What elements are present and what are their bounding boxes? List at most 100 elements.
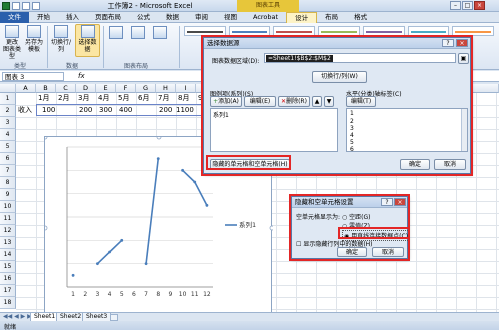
tab-formulas[interactable]: 公式 xyxy=(129,12,158,23)
row-header[interactable]: 4 xyxy=(0,129,16,141)
chart-resize-handle xyxy=(42,225,48,231)
chart-x-tick-label: 9 xyxy=(169,291,173,298)
row-header[interactable]: 18 xyxy=(0,297,16,309)
row-header[interactable]: 14 xyxy=(0,249,16,261)
grid-vline xyxy=(36,93,37,312)
tab-design[interactable]: 设计 xyxy=(286,12,318,23)
tab-home[interactable]: 开始 xyxy=(29,12,58,23)
column-header[interactable]: C xyxy=(56,84,76,93)
tab-insert[interactable]: 插入 xyxy=(58,12,87,23)
row-header[interactable]: 1 xyxy=(0,93,16,105)
row-header[interactable]: 16 xyxy=(0,273,16,285)
row-header[interactable]: 5 xyxy=(0,141,16,153)
row-header[interactable]: 8 xyxy=(0,177,16,189)
select-data-button[interactable]: 选择数据 xyxy=(75,24,100,57)
chart-x-tick-label: 4 xyxy=(108,291,112,298)
change-chart-type-button[interactable]: 更改 图表类型 xyxy=(2,25,22,60)
row-header[interactable]: 2 xyxy=(0,105,16,117)
cell-f2[interactable]: 400 xyxy=(119,105,132,115)
row-header[interactable]: 11 xyxy=(0,213,16,225)
row-header[interactable]: 7 xyxy=(0,165,16,177)
column-header[interactable]: B xyxy=(36,84,56,93)
cell-f1[interactable]: 5月 xyxy=(118,93,129,103)
close-button[interactable]: × xyxy=(474,1,485,10)
chart-data-point xyxy=(96,262,99,266)
chart-data-point xyxy=(156,157,160,161)
column-header[interactable]: D xyxy=(76,84,96,93)
layout-2-button[interactable] xyxy=(128,26,148,40)
row-header[interactable]: 6 xyxy=(0,153,16,165)
select-data-icon xyxy=(80,25,95,38)
row-header[interactable]: 15 xyxy=(0,261,16,273)
status-ready: 就绪 xyxy=(4,324,17,330)
switch-row-column-button[interactable]: 切换行/列 xyxy=(49,25,73,53)
cell-a2[interactable]: 收入 xyxy=(18,105,32,115)
cell-i1[interactable]: 8月 xyxy=(178,93,189,103)
cell-e2[interactable]: 300 xyxy=(99,105,112,115)
row-header[interactable]: 17 xyxy=(0,285,16,297)
chart-series-segment xyxy=(109,239,123,253)
save-template-button[interactable]: 另存为 模板 xyxy=(24,25,44,53)
ribbon-tabs: 文件 开始 插入 页面布局 公式 数据 审阅 视图 Acrobat 设计 布局 … xyxy=(0,12,499,23)
column-header[interactable]: I xyxy=(176,84,196,93)
undo-icon[interactable] xyxy=(22,2,30,10)
tab-layout[interactable]: 布局 xyxy=(317,12,346,23)
tab-format[interactable]: 格式 xyxy=(346,12,375,23)
cell-i2[interactable]: 1100 xyxy=(176,105,194,115)
tab-data[interactable]: 数据 xyxy=(158,12,187,23)
chart-resize-handle xyxy=(269,225,275,231)
column-header[interactable]: F xyxy=(116,84,136,93)
chart-legend-label: 系列1 xyxy=(239,220,256,229)
chart-x-tick-label: 2 xyxy=(83,291,87,298)
chart-data-point xyxy=(144,262,148,266)
cell-b1[interactable]: 1月 xyxy=(38,93,49,103)
row-header[interactable]: 3 xyxy=(0,117,16,129)
column-header[interactable]: H xyxy=(156,84,176,93)
tab-acrobat[interactable]: Acrobat xyxy=(245,12,286,23)
layout-icon xyxy=(109,26,123,39)
row-header[interactable]: 13 xyxy=(0,237,16,249)
cell-e1[interactable]: 4月 xyxy=(98,93,109,103)
column-header[interactable]: E xyxy=(96,84,116,93)
cell-d2[interactable]: 200 xyxy=(79,105,92,115)
cell-h1[interactable]: 7月 xyxy=(158,93,169,103)
tab-view[interactable]: 视图 xyxy=(216,12,245,23)
layout-1-button[interactable] xyxy=(106,26,126,40)
cell-b2[interactable]: 100 xyxy=(42,105,55,115)
cell-d1[interactable]: 3月 xyxy=(78,93,89,103)
ribbon-separator xyxy=(47,26,48,68)
insert-sheet-icon[interactable] xyxy=(110,314,118,321)
cell-c1[interactable]: 2月 xyxy=(58,93,69,103)
cell-h2[interactable]: 200 xyxy=(159,105,172,115)
row-header[interactable]: 9 xyxy=(0,189,16,201)
column-header[interactable]: A xyxy=(16,84,36,93)
status-bar: 就绪 xyxy=(0,321,499,330)
column-header[interactable]: G xyxy=(136,84,156,93)
fx-icon[interactable]: fx xyxy=(78,72,85,80)
select-data-label: 选择数据 xyxy=(78,39,97,53)
minimize-button[interactable]: – xyxy=(450,1,461,10)
chart-resize-handle xyxy=(42,134,48,140)
tab-page-layout[interactable]: 页面布局 xyxy=(87,12,129,23)
redo-icon[interactable] xyxy=(32,2,40,10)
layout-3-button[interactable] xyxy=(150,26,170,40)
row-header[interactable]: 12 xyxy=(0,225,16,237)
chart-data-point xyxy=(71,273,75,277)
row-header[interactable]: 10 xyxy=(0,201,16,213)
save-icon[interactable] xyxy=(12,2,20,10)
maximize-button[interactable]: □ xyxy=(462,1,473,10)
highlight-hidden-button xyxy=(206,155,291,170)
chart-data-point xyxy=(181,168,184,172)
sheet-tab-bar: ◀◀ ◀ ▶ ▶▶ Sheet1 Sheet2 Sheet3 xyxy=(0,312,499,322)
tab-review[interactable]: 审阅 xyxy=(187,12,216,23)
ribbon-separator xyxy=(103,26,104,68)
grid-vline xyxy=(476,93,477,312)
select-all-corner[interactable] xyxy=(0,84,16,93)
chart-x-tick-label: 1 xyxy=(71,291,75,298)
cell-g1[interactable]: 6月 xyxy=(138,93,149,103)
group-layout-label: 图表布局 xyxy=(124,63,149,70)
switch-row-column-label: 切换行/列 xyxy=(50,39,72,53)
tab-file[interactable]: 文件 xyxy=(0,12,29,23)
name-box[interactable]: 图表 3 xyxy=(2,72,64,81)
excel-icon xyxy=(2,2,10,10)
